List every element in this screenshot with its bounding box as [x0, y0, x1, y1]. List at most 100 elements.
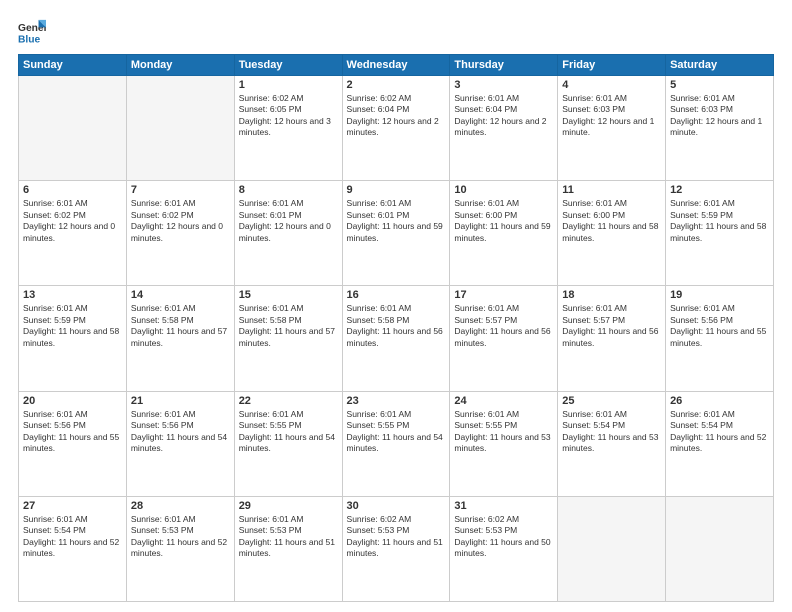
calendar-cell: 29 Sunrise: 6:01 AM Sunset: 5:53 PM Dayli…: [234, 496, 342, 601]
calendar-header-row: SundayMondayTuesdayWednesdayThursdayFrid…: [19, 55, 774, 76]
day-info: Sunrise: 6:01 AM Sunset: 6:04 PM Dayligh…: [454, 93, 553, 139]
day-number: 4: [562, 79, 661, 91]
header: General Blue: [18, 18, 774, 46]
day-info: Sunrise: 6:01 AM Sunset: 5:55 PM Dayligh…: [454, 409, 553, 455]
calendar-cell: 31 Sunrise: 6:02 AM Sunset: 5:53 PM Dayli…: [450, 496, 558, 601]
day-number: 24: [454, 395, 553, 407]
calendar-cell: 16 Sunrise: 6:01 AM Sunset: 5:58 PM Dayli…: [342, 286, 450, 391]
calendar-cell: 3Sunrise: 6:01 AM Sunset: 6:04 PM Daylig…: [450, 76, 558, 181]
calendar-cell: 23 Sunrise: 6:01 AM Sunset: 5:55 PM Dayli…: [342, 391, 450, 496]
day-number: 30: [347, 500, 446, 512]
calendar-header-thursday: Thursday: [450, 55, 558, 76]
calendar-cell: 7 Sunrise: 6:01 AM Sunset: 6:02 PM Daylig…: [126, 181, 234, 286]
day-info: Sunrise: 6:01 AM Sunset: 5:56 PM Dayligh…: [670, 303, 769, 349]
calendar-cell: 14 Sunrise: 6:01 AM Sunset: 5:58 PM Dayli…: [126, 286, 234, 391]
calendar-header-tuesday: Tuesday: [234, 55, 342, 76]
day-info: Sunrise: 6:02 AM Sunset: 6:05 PM Dayligh…: [239, 93, 338, 139]
day-info: Sunrise: 6:01 AM Sunset: 5:57 PM Dayligh…: [454, 303, 553, 349]
day-number: 28: [131, 500, 230, 512]
day-number: 29: [239, 500, 338, 512]
day-info: Sunrise: 6:01 AM Sunset: 5:54 PM Dayligh…: [23, 514, 122, 560]
day-number: 8: [239, 184, 338, 196]
day-info: Sunrise: 6:02 AM Sunset: 6:04 PM Dayligh…: [347, 93, 446, 139]
day-number: 21: [131, 395, 230, 407]
day-number: 27: [23, 500, 122, 512]
day-info: Sunrise: 6:01 AM Sunset: 5:54 PM Dayligh…: [562, 409, 661, 455]
calendar-table: SundayMondayTuesdayWednesdayThursdayFrid…: [18, 54, 774, 602]
day-info: Sunrise: 6:01 AM Sunset: 6:02 PM Dayligh…: [23, 198, 122, 244]
calendar-cell: 9Sunrise: 6:01 AM Sunset: 6:01 PM Daylig…: [342, 181, 450, 286]
day-number: 20: [23, 395, 122, 407]
day-info: Sunrise: 6:01 AM Sunset: 6:00 PM Dayligh…: [454, 198, 553, 244]
day-number: 11: [562, 184, 661, 196]
calendar-header-monday: Monday: [126, 55, 234, 76]
day-number: 19: [670, 289, 769, 301]
day-info: Sunrise: 6:01 AM Sunset: 5:59 PM Dayligh…: [23, 303, 122, 349]
day-info: Sunrise: 6:01 AM Sunset: 6:02 PM Dayligh…: [131, 198, 230, 244]
calendar-header-friday: Friday: [558, 55, 666, 76]
calendar-header-saturday: Saturday: [666, 55, 774, 76]
day-number: 17: [454, 289, 553, 301]
day-info: Sunrise: 6:01 AM Sunset: 5:58 PM Dayligh…: [239, 303, 338, 349]
logo: General Blue: [18, 18, 52, 46]
calendar-header-wednesday: Wednesday: [342, 55, 450, 76]
calendar-cell: 6 Sunrise: 6:01 AM Sunset: 6:02 PM Daylig…: [19, 181, 127, 286]
day-number: 9: [347, 184, 446, 196]
day-number: 25: [562, 395, 661, 407]
day-number: 26: [670, 395, 769, 407]
calendar-cell: [126, 76, 234, 181]
day-info: Sunrise: 6:02 AM Sunset: 5:53 PM Dayligh…: [454, 514, 553, 560]
day-number: 5: [670, 79, 769, 91]
day-number: 14: [131, 289, 230, 301]
day-info: Sunrise: 6:01 AM Sunset: 5:55 PM Dayligh…: [239, 409, 338, 455]
page: General Blue SundayMondayTuesdayWednesda…: [0, 0, 792, 612]
day-number: 10: [454, 184, 553, 196]
calendar-cell: 2Sunrise: 6:02 AM Sunset: 6:04 PM Daylig…: [342, 76, 450, 181]
calendar-week-row: 27 Sunrise: 6:01 AM Sunset: 5:54 PM Dayli…: [19, 496, 774, 601]
calendar-cell: 25 Sunrise: 6:01 AM Sunset: 5:54 PM Dayli…: [558, 391, 666, 496]
day-info: Sunrise: 6:01 AM Sunset: 6:03 PM Dayligh…: [670, 93, 769, 139]
calendar-cell: 5 Sunrise: 6:01 AM Sunset: 6:03 PM Daylig…: [666, 76, 774, 181]
calendar-cell: 22 Sunrise: 6:01 AM Sunset: 5:55 PM Dayli…: [234, 391, 342, 496]
day-info: Sunrise: 6:01 AM Sunset: 5:53 PM Dayligh…: [239, 514, 338, 560]
day-number: 7: [131, 184, 230, 196]
calendar-cell: 17 Sunrise: 6:01 AM Sunset: 5:57 PM Dayli…: [450, 286, 558, 391]
calendar-cell: 27 Sunrise: 6:01 AM Sunset: 5:54 PM Dayli…: [19, 496, 127, 601]
day-info: Sunrise: 6:01 AM Sunset: 5:57 PM Dayligh…: [562, 303, 661, 349]
calendar-cell: 1 Sunrise: 6:02 AM Sunset: 6:05 PM Daylig…: [234, 76, 342, 181]
calendar-cell: 24 Sunrise: 6:01 AM Sunset: 5:55 PM Dayli…: [450, 391, 558, 496]
day-info: Sunrise: 6:01 AM Sunset: 5:59 PM Dayligh…: [670, 198, 769, 244]
calendar-week-row: 20 Sunrise: 6:01 AM Sunset: 5:56 PM Dayli…: [19, 391, 774, 496]
calendar-cell: 8Sunrise: 6:01 AM Sunset: 6:01 PM Daylig…: [234, 181, 342, 286]
calendar-cell: 20Sunrise: 6:01 AM Sunset: 5:56 PM Dayli…: [19, 391, 127, 496]
calendar-cell: 26Sunrise: 6:01 AM Sunset: 5:54 PM Dayli…: [666, 391, 774, 496]
calendar-cell: 19 Sunrise: 6:01 AM Sunset: 5:56 PM Dayli…: [666, 286, 774, 391]
day-info: Sunrise: 6:01 AM Sunset: 6:00 PM Dayligh…: [562, 198, 661, 244]
day-number: 22: [239, 395, 338, 407]
day-number: 23: [347, 395, 446, 407]
calendar-cell: 15 Sunrise: 6:01 AM Sunset: 5:58 PM Dayli…: [234, 286, 342, 391]
calendar-cell: 30 Sunrise: 6:02 AM Sunset: 5:53 PM Dayli…: [342, 496, 450, 601]
day-number: 6: [23, 184, 122, 196]
day-info: Sunrise: 6:01 AM Sunset: 5:55 PM Dayligh…: [347, 409, 446, 455]
day-info: Sunrise: 6:01 AM Sunset: 5:58 PM Dayligh…: [347, 303, 446, 349]
calendar-header-sunday: Sunday: [19, 55, 127, 76]
day-number: 13: [23, 289, 122, 301]
calendar-cell: 11 Sunrise: 6:01 AM Sunset: 6:00 PM Dayli…: [558, 181, 666, 286]
day-info: Sunrise: 6:02 AM Sunset: 5:53 PM Dayligh…: [347, 514, 446, 560]
day-number: 12: [670, 184, 769, 196]
day-number: 1: [239, 79, 338, 91]
calendar-cell: 21 Sunrise: 6:01 AM Sunset: 5:56 PM Dayli…: [126, 391, 234, 496]
day-info: Sunrise: 6:01 AM Sunset: 6:03 PM Dayligh…: [562, 93, 661, 139]
day-number: 31: [454, 500, 553, 512]
calendar-cell: 12 Sunrise: 6:01 AM Sunset: 5:59 PM Dayli…: [666, 181, 774, 286]
day-number: 15: [239, 289, 338, 301]
day-info: Sunrise: 6:01 AM Sunset: 5:56 PM Dayligh…: [131, 409, 230, 455]
calendar-cell: 10 Sunrise: 6:01 AM Sunset: 6:00 PM Dayli…: [450, 181, 558, 286]
day-number: 16: [347, 289, 446, 301]
calendar-cell: 13 Sunrise: 6:01 AM Sunset: 5:59 PM Dayli…: [19, 286, 127, 391]
logo-icon: General Blue: [18, 18, 46, 46]
calendar-week-row: 6 Sunrise: 6:01 AM Sunset: 6:02 PM Daylig…: [19, 181, 774, 286]
calendar-cell: [558, 496, 666, 601]
day-info: Sunrise: 6:01 AM Sunset: 5:58 PM Dayligh…: [131, 303, 230, 349]
